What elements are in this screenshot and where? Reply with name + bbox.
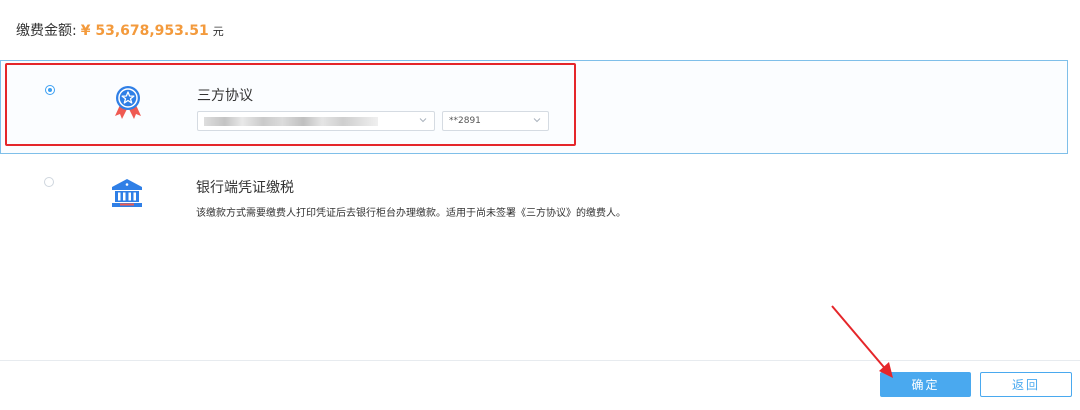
chevron-down-icon — [419, 118, 427, 123]
option-title: 三方协议 — [197, 88, 253, 104]
bank-building-icon — [108, 175, 146, 213]
payment-amount-row: 缴费金额: ¥ 53,678,953.51 元 — [16, 20, 224, 42]
amount-label: 缴费金额: — [16, 23, 77, 39]
chevron-down-icon — [533, 118, 541, 123]
bank-account-select[interactable] — [197, 111, 435, 131]
confirm-button[interactable]: 确定 — [880, 372, 971, 397]
card-number-select[interactable]: **2891 — [442, 111, 549, 131]
option-description: 该缴款方式需要缴费人打印凭证后去银行柜台办理缴款。适用于尚未签署《三方协议》的缴… — [196, 208, 626, 219]
radio-bank-voucher[interactable] — [44, 177, 54, 187]
card-number-value: **2891 — [449, 116, 481, 126]
option-bank-voucher[interactable]: 银行端凭证缴税 该缴款方式需要缴费人打印凭证后去银行柜台办理缴款。适用于尚未签署… — [0, 160, 1068, 230]
amount-unit: 元 — [212, 25, 224, 38]
amount-value: ¥ 53,678,953.51 — [80, 23, 209, 39]
option-tripartite-agreement[interactable]: 三方协议 **2891 — [0, 60, 1068, 154]
option-title: 银行端凭证缴税 — [196, 180, 294, 196]
back-button[interactable]: 返回 — [980, 372, 1072, 397]
footer-divider — [0, 360, 1080, 361]
payment-method-page: 缴费金额: ¥ 53,678,953.51 元 三方协议 **2891 银行端凭… — [0, 0, 1080, 410]
redacted-account-blur — [204, 117, 378, 126]
radio-tripartite-agreement[interactable] — [45, 85, 55, 95]
badge-star-icon — [109, 83, 147, 121]
